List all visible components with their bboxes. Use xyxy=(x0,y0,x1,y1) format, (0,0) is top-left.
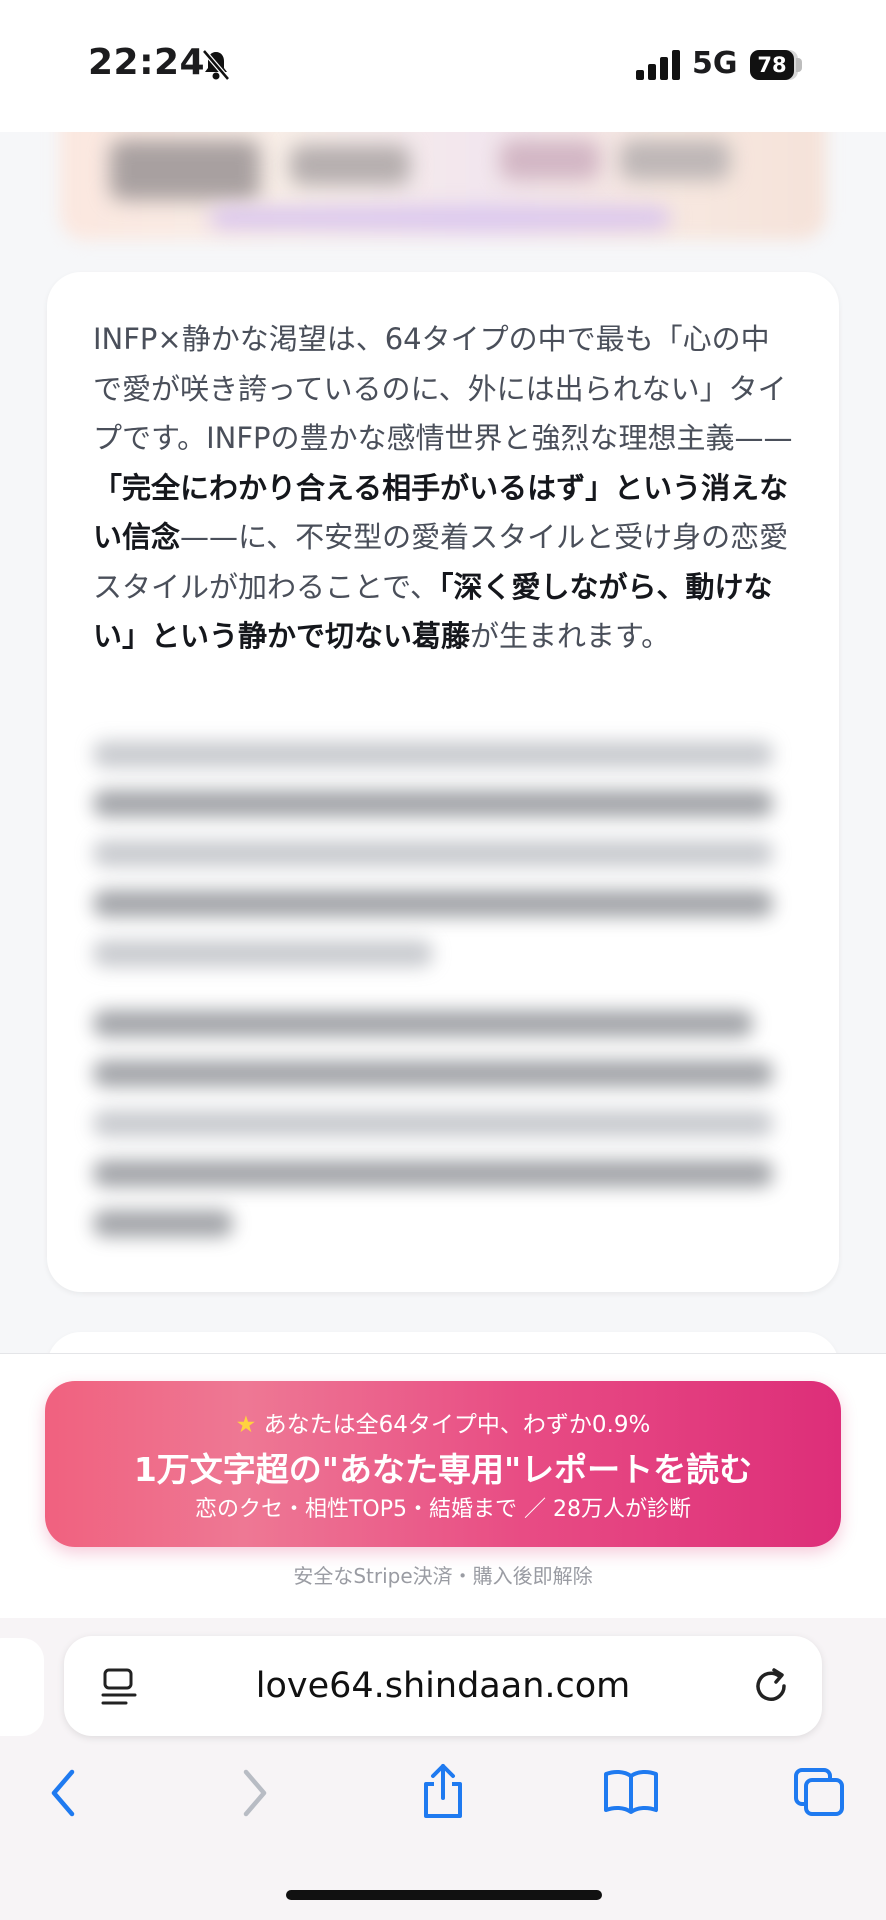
tabs-overview-icon[interactable] xyxy=(792,1766,846,1822)
blurred-text-line xyxy=(93,890,773,917)
cellular-signal-icon xyxy=(636,50,682,84)
cta-rarity-text: あなたは全64タイプ中、わずか0.9% xyxy=(263,1412,651,1438)
blurred-text-line xyxy=(93,940,433,967)
previous-tab-preview[interactable] xyxy=(0,1638,44,1736)
forward-chevron-icon[interactable] xyxy=(240,1768,270,1822)
cta-rarity: ★ あなたは全64タイプ中、わずか0.9% xyxy=(45,1405,841,1439)
back-chevron-icon[interactable] xyxy=(48,1768,78,1822)
blurred-banner-detail xyxy=(210,208,670,228)
blurred-banner-detail xyxy=(110,140,260,200)
blurred-text-line xyxy=(93,1210,233,1237)
battery-cap xyxy=(796,58,802,72)
home-indicator xyxy=(286,1890,602,1900)
bell-muted-icon xyxy=(200,48,232,86)
status-time: 22:24 xyxy=(88,42,206,83)
intro-text: INFP×静かな渇望は、64タイプの中で最も「心の中で愛が咲き誇っているのに、外… xyxy=(93,322,793,455)
blurred-text-line xyxy=(93,1060,773,1087)
blurred-text-line xyxy=(93,790,773,817)
blurred-text-line xyxy=(93,840,773,867)
secure-payment-note: 安全なStripe決済・購入後即解除 xyxy=(293,1564,593,1588)
cta-subtitle: 恋のクセ・相性TOP5・結婚まで ／ 28万人が診断 xyxy=(194,1497,691,1522)
blurred-text-line xyxy=(93,1110,773,1137)
battery-level: 78 xyxy=(750,50,794,80)
blurred-text-line xyxy=(93,1010,753,1037)
blurred-text-line xyxy=(93,1160,773,1187)
intro-paragraph: INFP×静かな渇望は、64タイプの中で最も「心の中で愛が咲き誇っているのに、外… xyxy=(93,315,793,662)
network-type: 5G xyxy=(692,46,738,81)
url-text[interactable]: love64.shindaan.com xyxy=(64,1666,822,1706)
share-icon[interactable] xyxy=(418,1762,468,1824)
blurred-banner-detail xyxy=(620,140,730,180)
reload-icon[interactable] xyxy=(752,1666,792,1712)
blurred-text-line xyxy=(93,741,773,768)
intro-text: が生まれます。 xyxy=(470,619,671,653)
star-icon: ★ xyxy=(235,1412,257,1438)
blurred-banner-detail xyxy=(290,145,410,185)
cta-title[interactable]: 1万文字超の"あなた専用"レポートを読む xyxy=(45,1443,841,1491)
bookmarks-book-icon[interactable] xyxy=(602,1768,660,1820)
blurred-banner-detail xyxy=(500,140,600,180)
